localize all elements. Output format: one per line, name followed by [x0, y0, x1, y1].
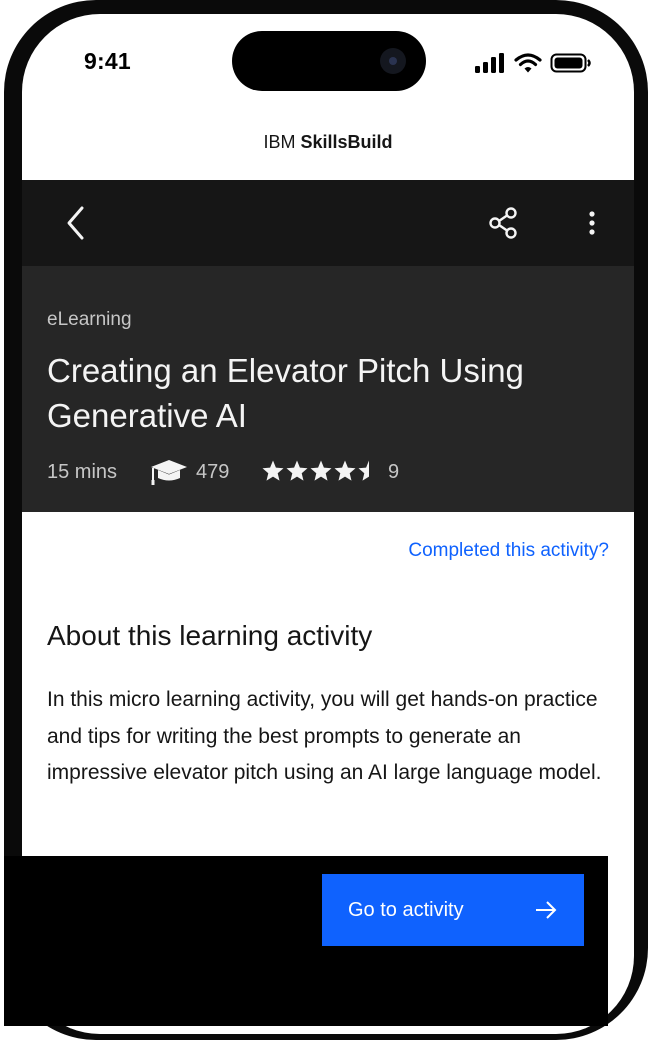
brand-ibm: IBM [263, 132, 296, 152]
mute-switch [4, 168, 10, 214]
more-vertical-icon [589, 211, 595, 235]
star-half-icon [358, 460, 369, 481]
review-count: 9 [388, 461, 400, 483]
dynamic-island [232, 31, 426, 91]
about-heading: About this learning activity [47, 620, 373, 651]
back-button[interactable] [46, 180, 106, 266]
graduation-cap-icon [151, 460, 187, 485]
course-duration: 15 mins [47, 461, 118, 483]
go-to-activity-label: Go to activity [348, 898, 464, 921]
course-meta: 15 mins 479 9 [47, 458, 607, 488]
star-full-icon [334, 460, 356, 481]
star-full-icon [262, 460, 284, 481]
go-to-activity-button[interactable]: Go to activity [322, 874, 584, 946]
star-full-icon [286, 460, 308, 481]
share-button[interactable] [474, 180, 534, 266]
status-time: 9:41 [84, 48, 131, 74]
volume-down-button [4, 356, 10, 440]
front-camera-icon [380, 48, 406, 74]
app-brand: IBM SkillsBuild [22, 132, 634, 153]
wifi-icon [514, 53, 542, 73]
brand-skillsbuild: SkillsBuild [300, 132, 393, 152]
top-toolbar [22, 180, 634, 266]
star-full-icon [310, 460, 332, 481]
about-description: In this micro learning activity, you wil… [47, 688, 602, 784]
share-icon [489, 207, 517, 239]
battery-icon [550, 53, 591, 73]
course-category: eLearning [47, 309, 132, 330]
arrow-right-icon [536, 901, 557, 919]
more-options-button[interactable] [562, 180, 622, 266]
course-hero: eLearning Creating an Elevator Pitch Usi… [22, 266, 634, 512]
status-bar: 9:41 [22, 14, 634, 110]
completed-activity-link[interactable]: Completed this activity? [408, 540, 609, 562]
course-title: Creating an Elevator Pitch Using Generat… [47, 352, 524, 434]
chevron-left-icon [67, 206, 84, 240]
volume-up-button [4, 246, 10, 330]
cellular-signal-icon [475, 53, 504, 73]
bottom-action-bar: Go to activity [4, 856, 608, 1026]
enrollment-count: 479 [196, 461, 230, 483]
power-button [642, 306, 648, 416]
